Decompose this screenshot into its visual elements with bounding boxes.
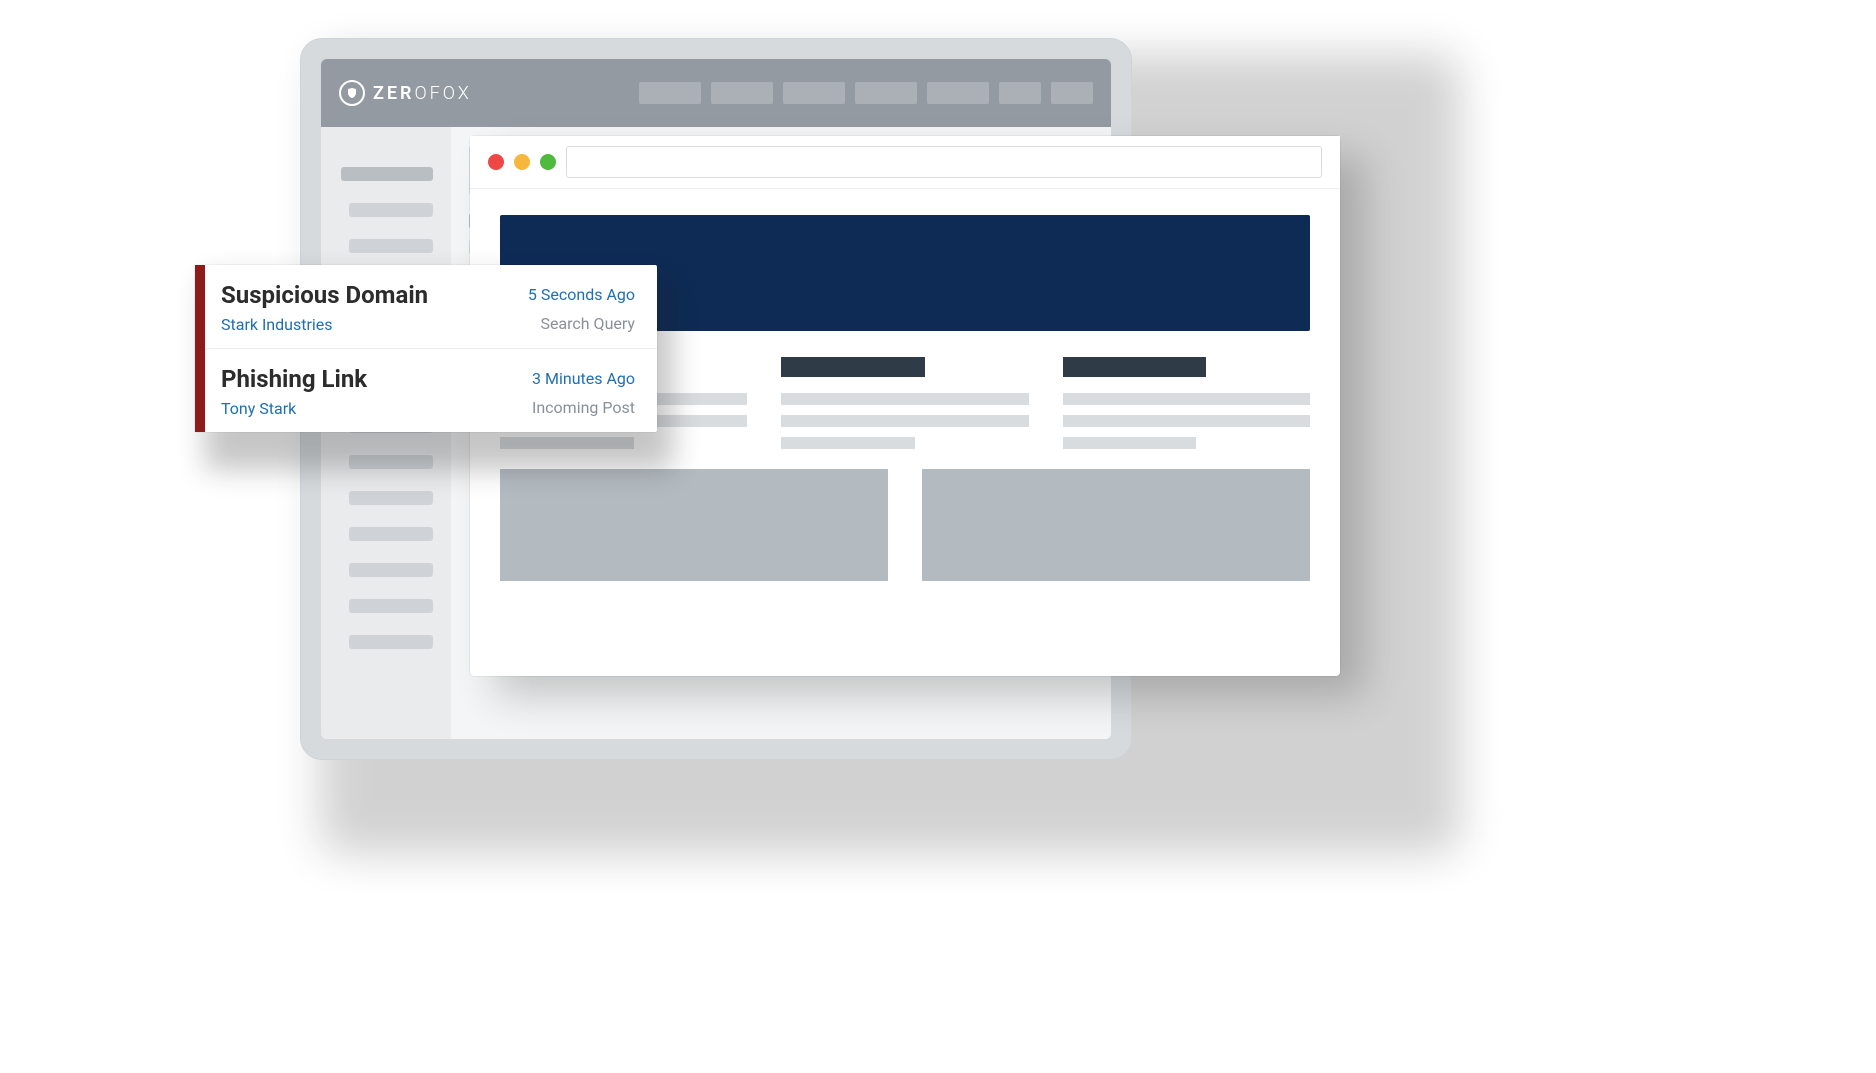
nav-placeholder[interactable] <box>855 82 917 104</box>
alert-type: Incoming Post <box>532 398 635 417</box>
window-controls <box>488 154 556 170</box>
sidebar-item[interactable] <box>349 635 433 649</box>
brand-name-thin: OFOX <box>414 83 471 104</box>
sidebar-item[interactable] <box>349 599 433 613</box>
nav-placeholder[interactable] <box>999 82 1041 104</box>
alert-subtitle: Stark Industries <box>221 315 428 334</box>
sidebar-item[interactable] <box>341 167 433 181</box>
nav-placeholder[interactable] <box>711 82 773 104</box>
fox-icon <box>339 80 365 106</box>
nav-placeholder[interactable] <box>1051 82 1093 104</box>
sidebar-item[interactable] <box>349 239 433 253</box>
nav-placeholder[interactable] <box>783 82 845 104</box>
brand-logo: ZEROFOX <box>339 80 472 106</box>
text-placeholder <box>781 415 1028 427</box>
alert-time: 5 Seconds Ago <box>528 285 635 304</box>
close-icon[interactable] <box>488 154 504 170</box>
card-title-placeholder <box>781 357 924 377</box>
alert-item[interactable]: Suspicious Domain Stark Industries 5 Sec… <box>195 265 657 349</box>
sidebar-item[interactable] <box>349 203 433 217</box>
url-bar[interactable] <box>566 146 1322 178</box>
content-card <box>781 357 1028 459</box>
alert-subtitle: Tony Stark <box>221 399 367 418</box>
alert-item[interactable]: Phishing Link Tony Stark 3 Minutes Ago I… <box>195 349 657 432</box>
brand-name-bold: ZER <box>373 83 414 104</box>
alert-title: Suspicious Domain <box>221 281 428 309</box>
nav-placeholder[interactable] <box>639 82 701 104</box>
browser-chrome <box>470 136 1340 189</box>
content-card <box>1063 357 1310 459</box>
sidebar-item[interactable] <box>349 527 433 541</box>
maximize-icon[interactable] <box>540 154 556 170</box>
text-placeholder <box>1063 393 1310 405</box>
alerts-popover: Suspicious Domain Stark Industries 5 Sec… <box>195 265 657 432</box>
text-placeholder <box>781 393 1028 405</box>
brand-name: ZEROFOX <box>373 83 472 104</box>
sidebar-item[interactable] <box>349 491 433 505</box>
nav-placeholder[interactable] <box>927 82 989 104</box>
card-title-placeholder <box>1063 357 1206 377</box>
text-placeholder <box>781 437 915 449</box>
text-placeholder <box>1063 437 1197 449</box>
image-placeholder <box>500 469 888 581</box>
sidebar-item[interactable] <box>349 563 433 577</box>
alert-title: Phishing Link <box>221 365 367 393</box>
alert-time: 3 Minutes Ago <box>532 369 635 388</box>
app-header: ZEROFOX <box>321 59 1111 127</box>
alert-type: Search Query <box>528 314 635 333</box>
image-placeholder <box>922 469 1310 581</box>
minimize-icon[interactable] <box>514 154 530 170</box>
text-placeholder <box>1063 415 1310 427</box>
